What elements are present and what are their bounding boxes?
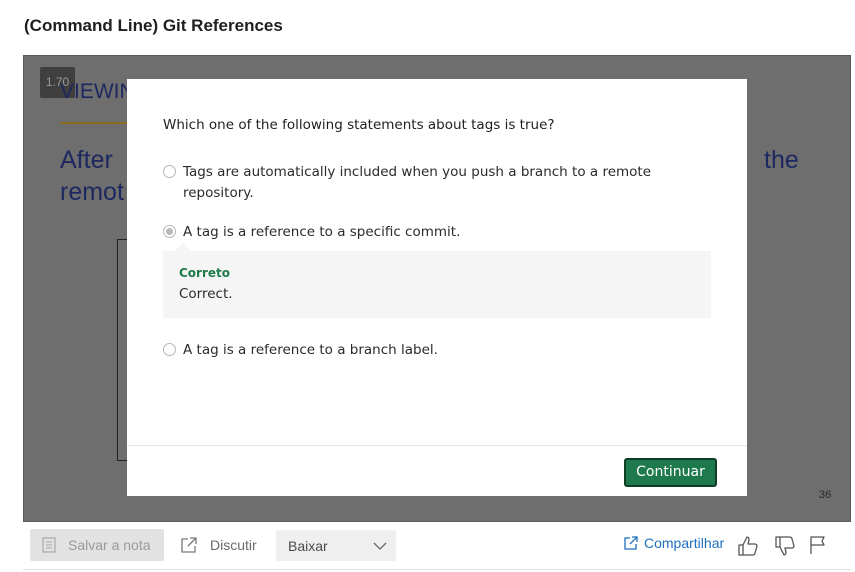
slide-text-line2: remot [60,178,124,206]
discuss-label: Discutir [210,537,257,553]
slide-page-number: 36 [819,489,832,501]
quiz-option-label[interactable]: A tag is a reference to a branch label. [183,340,438,361]
quiz-option-selected[interactable]: A tag is a reference to a specific commi… [163,222,663,243]
note-icon [42,537,56,553]
flag-icon[interactable] [809,535,827,555]
feedback-status: Correto [179,266,231,280]
thumb-down-icon[interactable] [774,535,796,557]
radio-button[interactable] [163,165,176,178]
save-note-button[interactable]: Salvar a nota [30,529,164,561]
slide-text-line1: After [60,146,113,174]
modal-footer: Continuar [127,445,747,496]
quiz-modal: Which one of the following statements ab… [127,79,747,496]
answer-feedback: Correto Correct. [163,243,711,318]
slide-divider [60,122,130,124]
thumb-up-icon[interactable] [737,535,759,557]
discuss-button[interactable]: Discutir [180,529,257,561]
continue-button[interactable]: Continuar [624,458,717,487]
slide-text-line1-end: the [764,146,799,174]
share-label: Compartilhar [644,535,725,551]
share-icon [624,536,638,550]
quiz-question: Which one of the following statements ab… [163,117,555,133]
external-link-icon [180,536,198,554]
radio-button-checked[interactable] [163,225,176,238]
download-select[interactable]: Baixar [276,530,396,561]
page-title: (Command Line) Git References [24,16,283,35]
share-button[interactable]: Compartilhar [624,535,724,551]
slide-heading: VIEWIN [60,80,135,103]
quiz-option-label[interactable]: A tag is a reference to a specific commi… [183,222,460,243]
download-label: Baixar [288,537,328,554]
quiz-option[interactable]: Tags are automatically included when you… [163,162,663,204]
quiz-option-label[interactable]: Tags are automatically included when you… [183,162,663,204]
lecture-toolbar: Salvar a nota Discutir Baixar Compartilh… [23,522,851,570]
quiz-option[interactable]: A tag is a reference to a branch label. [163,340,663,361]
chevron-down-icon [373,539,387,553]
radio-button[interactable] [163,343,176,356]
save-note-label: Salvar a nota [68,537,151,553]
feedback-text: Correct. [179,286,233,302]
